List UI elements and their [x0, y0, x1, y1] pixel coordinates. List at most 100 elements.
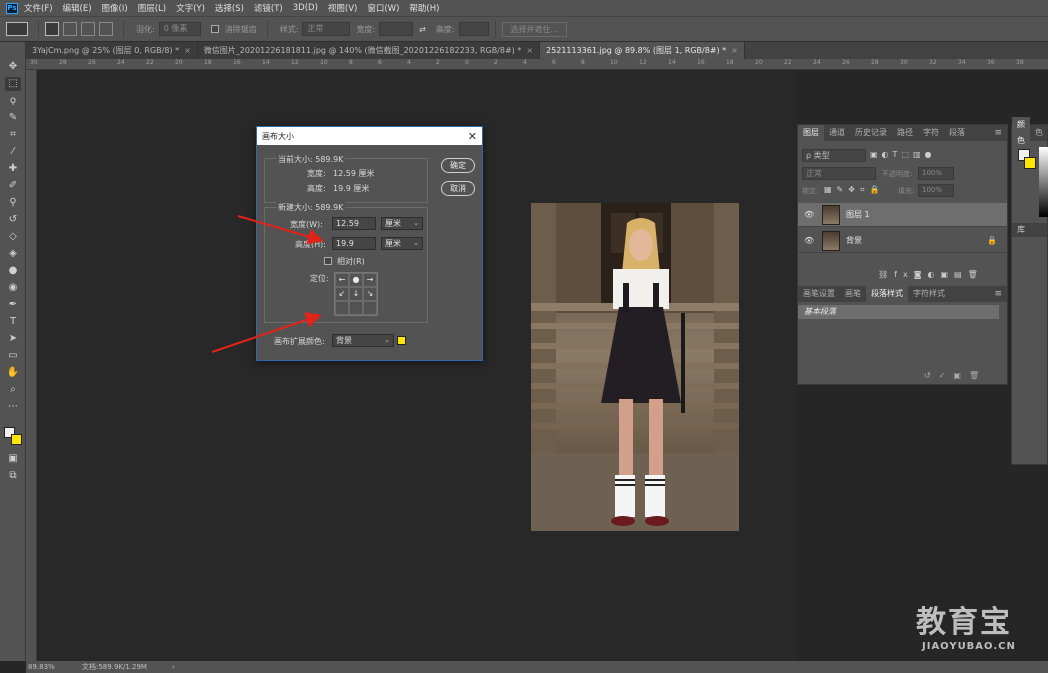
extension-color-select[interactable]: 背景 ⌄: [332, 334, 394, 347]
paint-bucket-tool-icon[interactable]: ◈: [5, 247, 21, 261]
lasso-tool-icon[interactable]: ϙ: [5, 94, 21, 108]
style-actions-icons[interactable]: ↺✓▣🗑: [924, 371, 987, 380]
extension-color-swatch[interactable]: [397, 336, 406, 345]
tab-libraries[interactable]: 库: [1012, 223, 1047, 237]
anchor-top-left[interactable]: ←: [335, 273, 349, 287]
color-spectrum[interactable]: [1039, 147, 1048, 217]
width-unit-select[interactable]: 厘米 ⌄: [381, 217, 423, 230]
menu-image[interactable]: 图像(I): [102, 2, 128, 14]
tab-brushes[interactable]: 画笔: [840, 286, 866, 302]
dialog-titlebar[interactable]: 画布大小 ✕: [257, 127, 482, 145]
subtract-selection-icon[interactable]: [81, 22, 95, 36]
tab-document-2[interactable]: 微信图片_20201226181811.jpg @ 140% (微信截图_202…: [197, 42, 541, 59]
tab-document-3[interactable]: 2521113361.jpg @ 89.8% (图层 1, RGB/8#) * ×: [540, 42, 745, 59]
layer-filter-icons[interactable]: ▣◐T⬚▥●: [870, 150, 936, 159]
tab-paragraph[interactable]: 段落: [944, 125, 970, 141]
tab-layers[interactable]: 图层: [798, 125, 824, 141]
menu-window[interactable]: 窗口(W): [367, 2, 399, 14]
layer-row[interactable]: 👁 图层 1: [798, 203, 1007, 227]
tab-paragraph-styles[interactable]: 段落样式: [866, 286, 908, 302]
eye-icon[interactable]: 👁: [804, 210, 818, 219]
cancel-button[interactable]: 取消: [441, 181, 475, 196]
move-tool-icon[interactable]: ✥: [5, 60, 21, 74]
relative-checkbox[interactable]: [324, 257, 332, 265]
dodge-tool-icon[interactable]: ◉: [5, 281, 21, 295]
width-input[interactable]: 12.59: [332, 217, 376, 230]
intersect-selection-icon[interactable]: [99, 22, 113, 36]
height-input[interactable]: 19.9: [332, 237, 376, 250]
quick-mask-icon[interactable]: ▣: [5, 452, 21, 466]
tab-channels[interactable]: 通道: [824, 125, 850, 141]
path-selection-tool-icon[interactable]: ➤: [5, 332, 21, 346]
anchor-middle-center[interactable]: ↓: [349, 287, 363, 301]
background-color-swatch[interactable]: [11, 434, 22, 445]
layer-actions-icons[interactable]: ⛓fx◙◐▣▤🗑: [878, 270, 984, 279]
feather-input[interactable]: 0 像素: [158, 22, 201, 36]
opacity-input[interactable]: 100%: [918, 167, 954, 180]
width-input[interactable]: [379, 22, 414, 36]
menu-layer[interactable]: 图层(L): [138, 2, 166, 14]
history-brush-tool-icon[interactable]: ↺: [5, 213, 21, 227]
tab-document-1[interactable]: 3YajCm.png @ 25% (图层 0, RGB/8) * ×: [26, 42, 198, 59]
blend-mode-select[interactable]: 正常: [802, 167, 876, 180]
background-swatch[interactable]: [1024, 157, 1036, 169]
rectangle-tool-icon[interactable]: ▭: [5, 349, 21, 363]
tab-color[interactable]: 颜色: [1012, 117, 1030, 149]
ok-button[interactable]: 确定: [441, 158, 475, 173]
anchor-bottom-center[interactable]: [349, 301, 363, 315]
tab-character[interactable]: 字符: [918, 125, 944, 141]
clone-stamp-tool-icon[interactable]: ⚲: [5, 196, 21, 210]
marquee-tool-icon[interactable]: ⬚: [5, 77, 21, 91]
anchor-middle-left[interactable]: ↙: [335, 287, 349, 301]
tab-history[interactable]: 历史记录: [850, 125, 892, 141]
menu-type[interactable]: 文字(Y): [176, 2, 205, 14]
status-arrow-icon[interactable]: ›: [172, 663, 175, 671]
pen-tool-icon[interactable]: ✒: [5, 298, 21, 312]
tab-character-styles[interactable]: 字符样式: [908, 286, 950, 302]
select-and-mask-button[interactable]: 选择并遮住...: [501, 21, 568, 37]
anchor-top-right[interactable]: →: [363, 273, 377, 287]
close-icon[interactable]: ✕: [468, 130, 477, 143]
eye-icon[interactable]: 👁: [804, 236, 818, 245]
close-icon[interactable]: ×: [184, 46, 191, 55]
menu-3d[interactable]: 3D(D): [293, 3, 318, 13]
panel-menu-icon[interactable]: ≡: [994, 128, 1002, 138]
menu-filter[interactable]: 滤镜(T): [254, 2, 283, 14]
more-tools-icon[interactable]: ⋯: [5, 400, 21, 414]
eyedropper-tool-icon[interactable]: ⁄: [5, 145, 21, 159]
healing-brush-tool-icon[interactable]: ✚: [5, 162, 21, 176]
paragraph-style-item[interactable]: 基本段落: [798, 305, 999, 319]
panel-menu-icon[interactable]: ≡: [994, 289, 1002, 299]
close-icon[interactable]: ×: [526, 46, 533, 55]
photoshop-logo-icon[interactable]: Ps: [6, 2, 18, 14]
screen-mode-icon[interactable]: ⧉: [5, 469, 21, 483]
zoom-level[interactable]: 89.83%: [28, 663, 76, 671]
anchor-bottom-right[interactable]: [363, 301, 377, 315]
anchor-middle-right[interactable]: ↘: [363, 287, 377, 301]
new-selection-icon[interactable]: [45, 22, 59, 36]
height-unit-select[interactable]: 厘米 ⌄: [381, 237, 423, 250]
brush-tool-icon[interactable]: ✐: [5, 179, 21, 193]
style-select[interactable]: 正常: [302, 22, 351, 36]
anchor-top-center[interactable]: ●: [349, 273, 363, 287]
type-tool-icon[interactable]: T: [5, 315, 21, 329]
marquee-preset-icon[interactable]: [6, 22, 28, 36]
layer-row[interactable]: 👁 背景 🔒: [798, 229, 1007, 253]
menu-help[interactable]: 帮助(H): [409, 2, 439, 14]
swap-icon[interactable]: ⇄: [419, 25, 426, 34]
lock-icons[interactable]: ▦✎✥⌗🔒: [824, 185, 884, 195]
fill-input[interactable]: 100%: [918, 184, 954, 197]
menu-select[interactable]: 选择(S): [215, 2, 244, 14]
layer-filter-select[interactable]: ρ 类型: [802, 149, 866, 162]
zoom-tool-icon[interactable]: ⌕: [5, 383, 21, 397]
crop-tool-icon[interactable]: ⌗: [5, 128, 21, 142]
document-image[interactable]: [531, 203, 739, 531]
close-icon[interactable]: ×: [731, 46, 738, 55]
quick-select-tool-icon[interactable]: ✎: [5, 111, 21, 125]
menu-view[interactable]: 视图(V): [328, 2, 357, 14]
tab-brush-settings[interactable]: 画笔设置: [798, 286, 840, 302]
eraser-tool-icon[interactable]: ◇: [5, 230, 21, 244]
tab-paths[interactable]: 路径: [892, 125, 918, 141]
menu-edit[interactable]: 编辑(E): [63, 2, 92, 14]
height-input[interactable]: [458, 22, 489, 36]
